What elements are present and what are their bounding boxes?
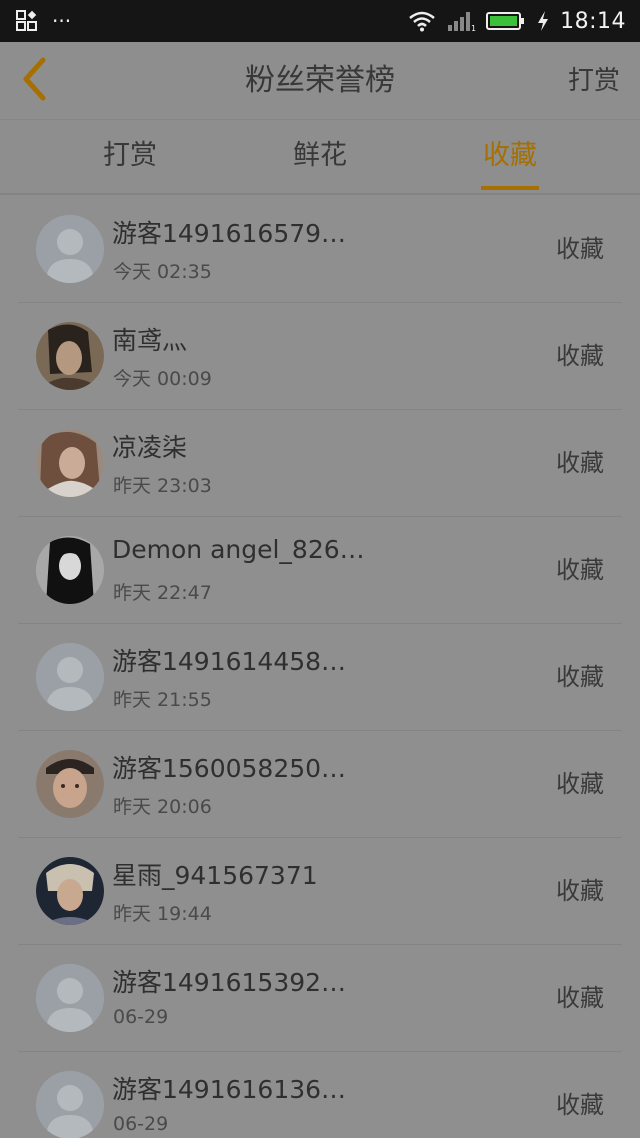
row-action-label: 收藏 (556, 770, 604, 798)
list-item[interactable]: Demon angel_826… 昨天 22:47 收藏 (0, 517, 640, 624)
status-left: ··· (16, 9, 71, 33)
tab-bar: 打赏 鲜花 收藏 (0, 120, 640, 195)
list-item[interactable]: 南鸢灬 今天 00:09 收藏 (0, 303, 640, 410)
tab-label: 打赏 (103, 140, 157, 171)
user-name: 星雨_941567371 (112, 861, 318, 890)
user-name: 游客1491615392… (112, 968, 347, 997)
default-avatar (36, 643, 104, 711)
page-title: 粉丝荣誉榜 (245, 63, 395, 98)
timestamp: 昨天 22:47 (113, 582, 212, 604)
timestamp: 昨天 21:55 (113, 689, 212, 711)
user-name: 游客1491616579… (112, 219, 347, 248)
list-item[interactable]: 游客1560058250… 昨天 20:06 收藏 (0, 731, 640, 838)
list-item[interactable]: 游客1491614458… 昨天 21:55 收藏 (0, 624, 640, 731)
user-name: 游客1491616136… (112, 1075, 347, 1104)
fan-list: 游客1491616579… 今天 02:35 收藏 南鸢灬 今天 00:09 收… (0, 196, 640, 1138)
timestamp: 昨天 23:03 (113, 475, 212, 497)
row-action-label: 收藏 (556, 342, 604, 370)
photo-avatar (36, 750, 104, 818)
row-action-label: 收藏 (556, 449, 604, 477)
default-avatar (36, 964, 104, 1032)
reward-button[interactable]: 打赏 (568, 42, 620, 120)
header: 粉丝荣誉榜 打赏 (0, 42, 640, 120)
charging-icon (536, 10, 550, 32)
anime-avatar (36, 536, 104, 604)
photo-avatar (36, 429, 104, 497)
row-action-label: 收藏 (556, 984, 604, 1012)
timestamp: 06-29 (113, 1006, 169, 1028)
svg-text:1: 1 (471, 24, 476, 32)
active-tab-indicator (481, 186, 539, 190)
status-time: 18:14 (560, 8, 626, 34)
photo-avatar (36, 857, 104, 925)
tab-favorites[interactable]: 收藏 (430, 120, 590, 195)
list-item[interactable]: 星雨_941567371 昨天 19:44 收藏 (0, 838, 640, 945)
tab-flowers[interactable]: 鲜花 (240, 120, 400, 195)
user-name: 南鸢灬 (112, 326, 188, 355)
signal-icon: 1 (446, 10, 476, 32)
default-avatar (36, 1071, 104, 1138)
user-name: 游客1491614458… (112, 647, 347, 676)
more-dots-icon: ··· (52, 9, 72, 33)
list-item[interactable]: 游客1491616136… 06-29 收藏 (0, 1052, 640, 1138)
timestamp: 06-29 (113, 1113, 169, 1135)
status-bar: ··· 1 18:14 (0, 0, 640, 42)
tab-reward[interactable]: 打赏 (50, 120, 210, 195)
timestamp: 昨天 20:06 (113, 796, 212, 818)
user-name: 游客1560058250… (112, 754, 347, 783)
row-action-label: 收藏 (556, 663, 604, 691)
row-action-label: 收藏 (556, 1091, 604, 1119)
default-avatar (36, 215, 104, 283)
list-item[interactable]: 凉凌柒 昨天 23:03 收藏 (0, 410, 640, 517)
battery-icon (486, 11, 526, 31)
app-grid-icon (16, 10, 38, 32)
user-name: Demon angel_826… (112, 535, 365, 564)
tab-label: 收藏 (483, 140, 537, 171)
timestamp: 昨天 19:44 (113, 903, 212, 925)
timestamp: 今天 02:35 (113, 261, 212, 283)
row-action-label: 收藏 (556, 556, 604, 584)
row-action-label: 收藏 (556, 877, 604, 905)
tab-label: 鲜花 (293, 140, 347, 171)
row-action-label: 收藏 (556, 235, 604, 263)
list-item[interactable]: 游客1491615392… 06-29 收藏 (0, 945, 640, 1052)
timestamp: 今天 00:09 (113, 368, 212, 390)
user-name: 凉凌柒 (112, 433, 188, 462)
wifi-icon (408, 10, 436, 32)
status-right: 1 18:14 (408, 9, 626, 34)
list-item[interactable]: 游客1491616579… 今天 02:35 收藏 (0, 196, 640, 303)
photo-avatar (36, 322, 104, 390)
